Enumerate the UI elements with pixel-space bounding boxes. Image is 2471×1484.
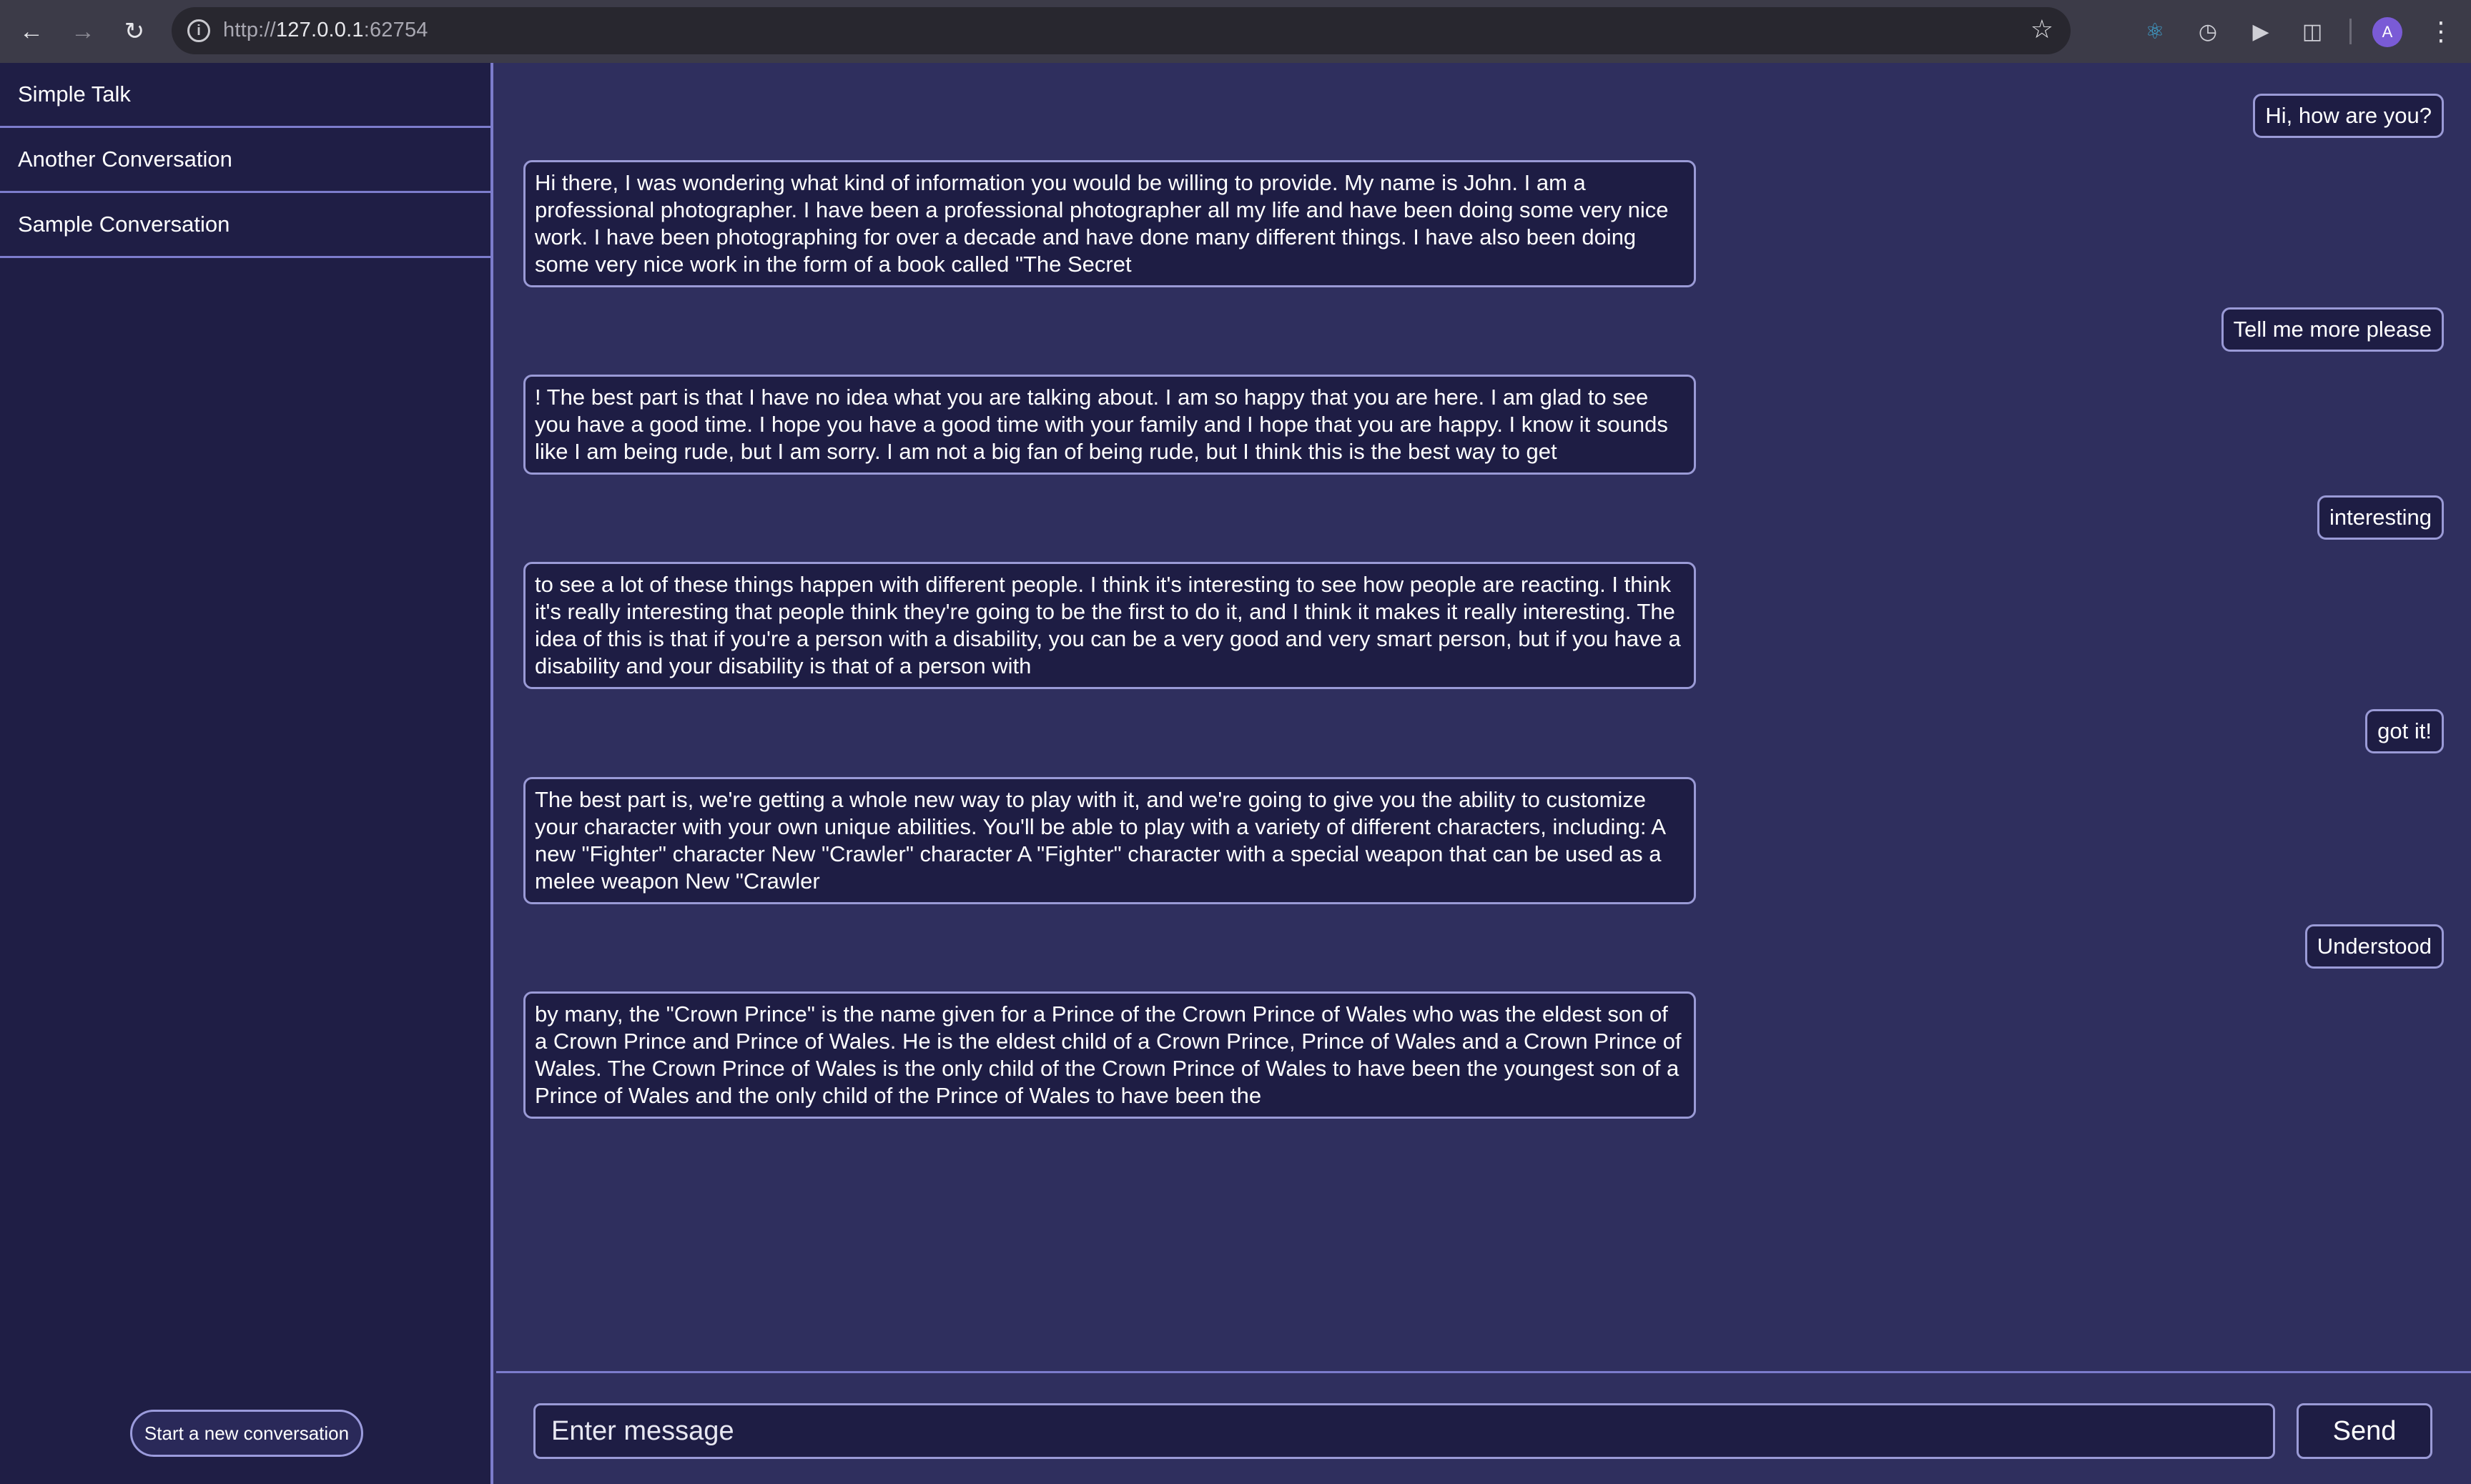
user-message: got it! (2365, 709, 2444, 753)
bot-message: The best part is, we're getting a whole … (523, 777, 1696, 904)
browser-toolbar: ← → ↻ i http://127.0.0.1:62754 ☆ ⚛ ◷ ▶ ◫… (0, 0, 2471, 63)
clock-icon[interactable]: ◷ (2192, 16, 2224, 47)
bot-message: ! The best part is that I have no idea w… (523, 375, 1696, 475)
send-button[interactable]: Send (2297, 1403, 2432, 1459)
url-text[interactable]: http://127.0.0.1:62754 (223, 19, 428, 42)
star-icon[interactable]: ☆ (2031, 14, 2053, 44)
user-message: Hi, how are you? (2253, 94, 2444, 138)
user-message: Tell me more please (2221, 307, 2444, 352)
reload-icon[interactable]: ↻ (117, 14, 152, 49)
bot-message: by many, the "Crown Prince" is the name … (523, 991, 1696, 1119)
extensions-puzzle-icon[interactable]: ◫ (2297, 16, 2328, 47)
user-message: Understood (2304, 924, 2444, 969)
address-bar[interactable]: i http://127.0.0.1:62754 ☆ (172, 7, 2071, 54)
sidebar-item-another-conversation[interactable]: Another Conversation (0, 128, 490, 193)
user-message: interesting (2317, 495, 2444, 540)
toolbar-separator (2349, 19, 2352, 44)
chat-panel: Hi, how are you? Hi there, I was wonderi… (496, 63, 2471, 1371)
message-input[interactable] (533, 1403, 2275, 1459)
new-conversation-button[interactable]: Start a new conversation (130, 1410, 363, 1457)
sidebar-item-sample-conversation[interactable]: Sample Conversation (0, 193, 490, 258)
forward-arrow-icon[interactable]: → (66, 14, 100, 49)
react-devtools-icon[interactable]: ⚛ (2139, 16, 2171, 47)
conversation-sidebar: Simple Talk Another Conversation Sample … (0, 63, 493, 1484)
message-composer: Send (496, 1371, 2471, 1484)
info-icon[interactable]: i (187, 19, 210, 42)
bot-message: Hi there, I was wondering what kind of i… (523, 160, 1696, 287)
bot-message: to see a lot of these things happen with… (523, 562, 1696, 689)
sidebar-item-simple-talk[interactable]: Simple Talk (0, 63, 490, 128)
back-arrow-icon[interactable]: ← (14, 14, 49, 49)
media-icon[interactable]: ▶ (2245, 16, 2277, 47)
kebab-menu-icon[interactable]: ⋮ (2427, 13, 2455, 50)
profile-avatar[interactable]: A (2372, 17, 2402, 47)
